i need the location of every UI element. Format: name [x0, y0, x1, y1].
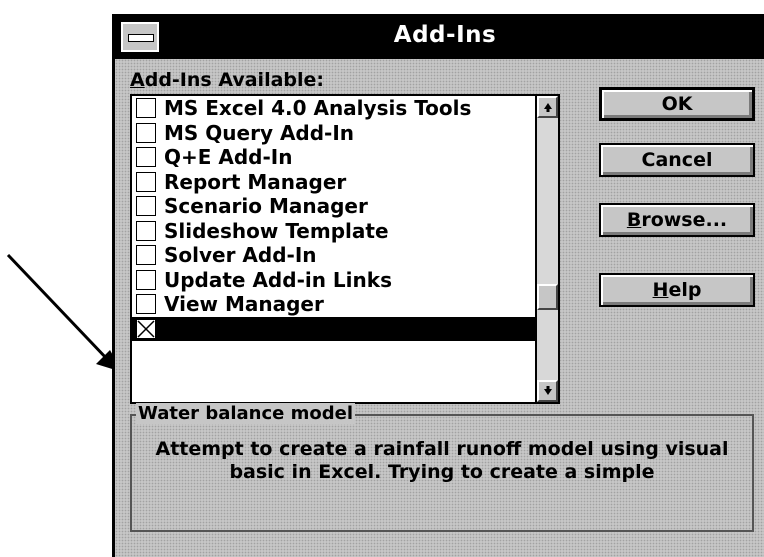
description-group: Water balance model Attempt to create a …: [130, 403, 754, 532]
list-item[interactable]: Scenario Manager: [132, 194, 558, 219]
scroll-down-button[interactable]: [537, 380, 558, 402]
list-item[interactable]: MS Excel 4.0 Analysis Tools: [132, 96, 558, 121]
help-rest: elp: [668, 279, 702, 301]
list-item-label: Report Manager: [164, 169, 347, 194]
list-items-container: MS Excel 4.0 Analysis Tools MS Query Add-…: [132, 96, 558, 341]
cancel-button[interactable]: Cancel: [599, 143, 755, 177]
add-ins-dialog: Add-Ins Add-Ins Available: MS Excel 4.0 …: [112, 14, 764, 557]
check-x-icon: [137, 320, 155, 338]
list-item[interactable]: [132, 316, 558, 341]
list-item[interactable]: Update Add-in Links: [132, 268, 558, 293]
checkbox[interactable]: [136, 318, 156, 339]
list-item[interactable]: Solver Add-In: [132, 243, 558, 268]
checkbox[interactable]: [136, 147, 156, 168]
checkbox[interactable]: [136, 220, 156, 241]
browse-button[interactable]: Browse...: [599, 203, 755, 237]
checkbox[interactable]: [136, 171, 156, 192]
scroll-up-button[interactable]: [537, 96, 558, 118]
checkbox[interactable]: [136, 294, 156, 315]
list-item-label: Solver Add-In: [164, 243, 317, 268]
checkbox[interactable]: [136, 245, 156, 266]
description-text: Attempt to create a rainfall runoff mode…: [155, 438, 729, 483]
list-scrollbar[interactable]: [535, 96, 558, 402]
list-item[interactable]: View Manager: [132, 292, 558, 317]
checkbox[interactable]: [136, 122, 156, 143]
arrow-down-icon: [543, 386, 552, 395]
checkbox[interactable]: [136, 196, 156, 217]
label-rest: dd-Ins Available:: [144, 69, 325, 91]
label-mnemonic: A: [130, 69, 145, 91]
help-mnemonic: H: [652, 279, 669, 301]
title-bar: Add-Ins: [115, 17, 764, 59]
arrow-up-icon: [543, 103, 552, 112]
list-item-label: Scenario Manager: [164, 194, 368, 219]
add-ins-available-label: Add-Ins Available:: [130, 69, 324, 91]
browse-mnemonic: B: [626, 209, 642, 231]
checkbox[interactable]: [136, 98, 156, 119]
list-item-label: Update Add-in Links: [164, 267, 392, 292]
list-item-label: MS Query Add-In: [164, 120, 355, 145]
checkbox[interactable]: [136, 269, 156, 290]
list-item-label: Q+E Add-In: [164, 145, 293, 170]
ok-button[interactable]: OK: [599, 87, 755, 121]
list-item-label: Slideshow Template: [164, 218, 389, 243]
description-title: Water balance model: [136, 403, 356, 424]
browse-rest: rowse...: [641, 209, 728, 231]
help-button[interactable]: Help: [599, 273, 755, 307]
list-item[interactable]: Q+E Add-In: [132, 145, 558, 170]
list-item[interactable]: MS Query Add-In: [132, 121, 558, 146]
list-item-label: View Manager: [164, 292, 324, 317]
scroll-thumb[interactable]: [537, 284, 558, 310]
list-item-label: MS Excel 4.0 Analysis Tools: [164, 96, 472, 121]
add-ins-list[interactable]: MS Excel 4.0 Analysis Tools MS Query Add-…: [130, 94, 560, 404]
list-item[interactable]: Report Manager: [132, 170, 558, 195]
dialog-title: Add-Ins: [393, 22, 497, 48]
list-item[interactable]: Slideshow Template: [132, 219, 558, 244]
